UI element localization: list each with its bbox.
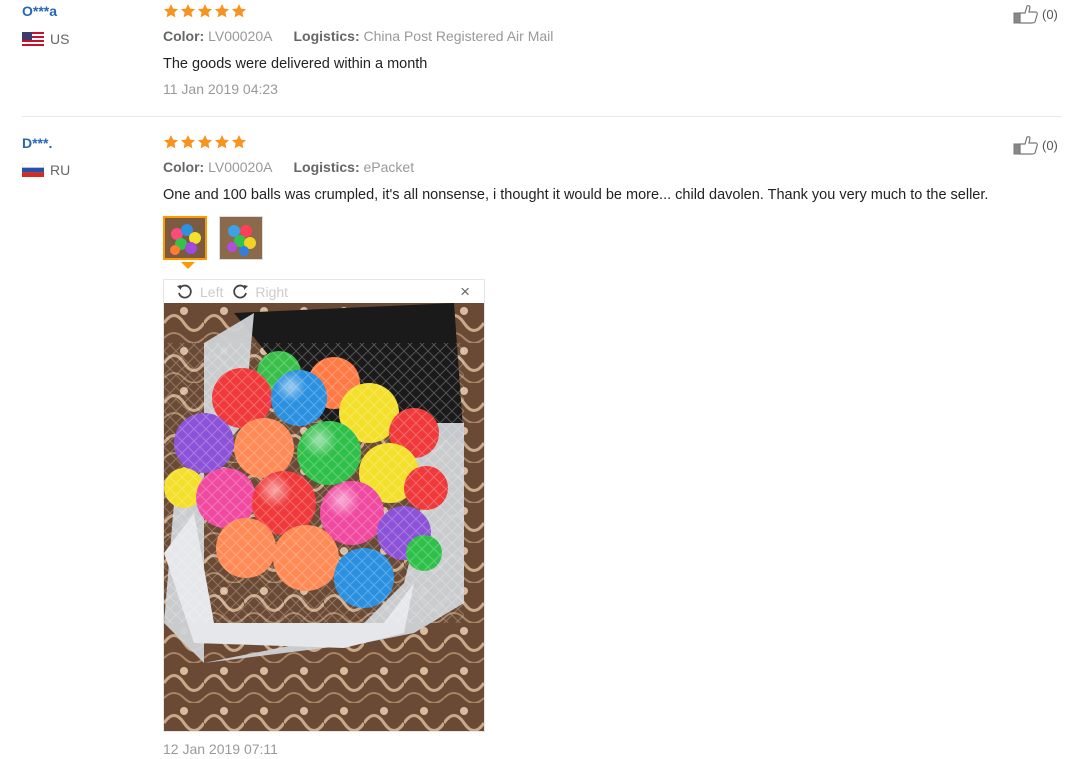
- star-icon: [198, 135, 212, 149]
- color-label: Color:: [163, 159, 205, 175]
- logistics-value: ePacket: [363, 159, 415, 175]
- review-item: O***a US Color: LV00020A Logistics: Chin…: [0, 0, 1092, 116]
- thumbs-up-icon: [1013, 5, 1038, 24]
- star-icon: [164, 135, 178, 149]
- reviewer-name[interactable]: D***.: [22, 135, 52, 151]
- star-icon: [181, 135, 195, 149]
- review-meta: Color: LV00020A Logistics: ePacket: [163, 159, 414, 175]
- review-photo: [164, 303, 484, 731]
- rotate-left-label: Left: [200, 283, 224, 300]
- rotate-left-icon: [177, 284, 192, 298]
- review-meta: Color: LV00020A Logistics: China Post Re…: [163, 28, 553, 44]
- photo-thumbnail[interactable]: [219, 216, 263, 260]
- star-icon: [198, 4, 212, 18]
- helpful-button[interactable]: (0): [1013, 4, 1058, 24]
- star-rating: [163, 3, 247, 19]
- color-label: Color:: [163, 28, 205, 44]
- logistics-value: China Post Registered Air Mail: [363, 28, 554, 44]
- rotate-right-label: Right: [255, 283, 289, 300]
- rotate-right-icon: [233, 284, 249, 298]
- helpful-count: (0): [1042, 137, 1058, 153]
- thumbs-up-icon: [1013, 136, 1038, 155]
- flag-us-icon: [22, 32, 44, 46]
- rotate-right-button[interactable]: Right: [231, 283, 288, 301]
- star-icon: [181, 4, 195, 18]
- country-code: RU: [50, 162, 71, 178]
- logistics-label: Logistics:: [293, 159, 360, 175]
- star-rating: [163, 134, 247, 150]
- color-value: LV00020A: [208, 159, 272, 175]
- star-icon: [215, 4, 229, 18]
- helpful-count: (0): [1042, 6, 1058, 22]
- review-item: D***. RU Color: LV00020A Logistics: ePac…: [0, 117, 1092, 759]
- star-icon: [215, 135, 229, 149]
- color-value: LV00020A: [208, 28, 272, 44]
- photo-thumbnails: [163, 216, 263, 260]
- photo-viewer: Left Right ×: [163, 279, 485, 732]
- review-date: 11 Jan 2019 04:23: [163, 81, 278, 97]
- reviewer-name[interactable]: O***a: [22, 3, 57, 19]
- review-date: 12 Jan 2019 07:11: [163, 741, 278, 757]
- photo-thumbnail[interactable]: [163, 216, 207, 260]
- rotate-left-button[interactable]: Left: [176, 283, 223, 301]
- reviewer-country: RU: [22, 162, 70, 178]
- star-icon: [164, 4, 178, 18]
- active-thumbnail-indicator: [181, 262, 195, 269]
- helpful-button[interactable]: (0): [1013, 135, 1058, 155]
- reviewer-country: US: [22, 31, 69, 47]
- star-icon: [232, 4, 246, 18]
- logistics-label: Logistics:: [293, 28, 360, 44]
- flag-ru-icon: [22, 163, 44, 177]
- review-text: The goods were delivered within a month: [163, 56, 428, 72]
- close-icon[interactable]: ×: [460, 282, 470, 302]
- star-icon: [232, 135, 246, 149]
- review-text: One and 100 balls was crumpled, it's all…: [163, 187, 989, 203]
- viewer-toolbar: Left Right ×: [164, 280, 484, 303]
- country-code: US: [50, 31, 70, 47]
